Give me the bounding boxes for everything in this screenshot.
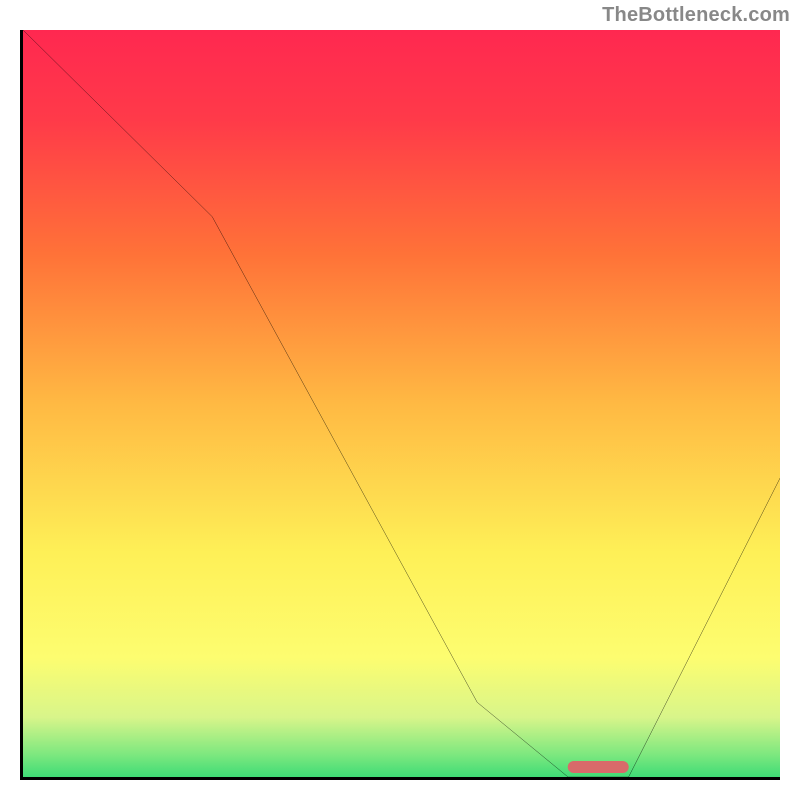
chart-container: TheBottleneck.com <box>0 0 800 800</box>
bottleneck-curve <box>23 30 780 777</box>
optimal-marker <box>568 761 629 773</box>
plot-area <box>20 30 780 780</box>
watermark-text: TheBottleneck.com <box>602 4 790 27</box>
